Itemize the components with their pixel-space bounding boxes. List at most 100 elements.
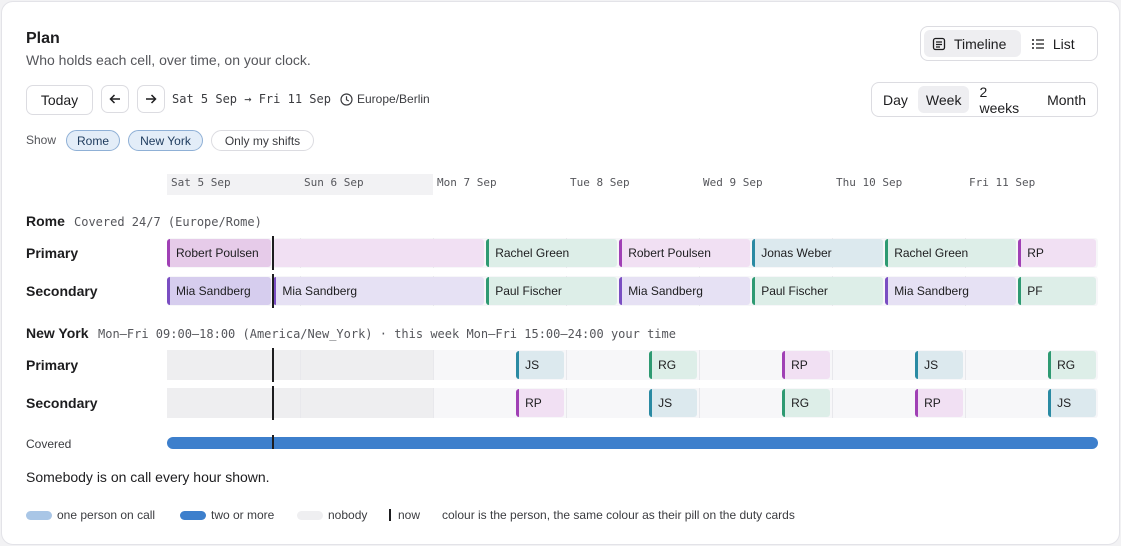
shift-person: RG — [791, 396, 810, 410]
shift-pill[interactable]: JS — [516, 351, 564, 379]
shift-pill[interactable]: RG — [1048, 351, 1096, 379]
shift-pill[interactable]: Mia Sandberg — [619, 277, 751, 305]
day-divider — [965, 350, 966, 380]
group-subtitle-new-york: Mon–Fri 09:00–18:00 (America/New_York) ·… — [98, 327, 676, 341]
shift-pill[interactable]: Rachel Green — [885, 239, 1017, 267]
now-marker — [272, 236, 274, 270]
shift-pill[interactable]: RP — [915, 389, 963, 417]
row-label-new-york-primary: Primary — [26, 357, 79, 373]
legend-one-person: one person on call — [26, 508, 155, 522]
shift-person: Jonas Weber — [761, 246, 832, 260]
shift-pill[interactable]: RG — [649, 351, 697, 379]
page-subtitle: Who holds each cell, over time, on your … — [26, 52, 311, 68]
shift-pill[interactable]: Jonas Weber — [752, 239, 884, 267]
day-divider — [699, 350, 700, 380]
shift-person: Paul Fischer — [761, 284, 828, 298]
shift-pill[interactable]: Robert Poulsen — [167, 239, 272, 267]
shift-person: RP — [1027, 246, 1044, 260]
view-list-label: List — [1052, 35, 1075, 52]
shift-pill[interactable]: JS — [1048, 389, 1096, 417]
filter-chip-rome[interactable]: Rome — [66, 130, 120, 151]
day-divider — [832, 350, 833, 380]
shift-person: Paul Fischer — [495, 284, 562, 298]
shift-person: Robert Poulsen — [628, 246, 711, 260]
row-label-rome-secondary: Secondary — [26, 283, 98, 299]
legend-swatch-two-or-more — [180, 510, 206, 520]
shift-pill[interactable]: JS — [649, 389, 697, 417]
shift-pill[interactable]: Mia Sandberg — [273, 277, 485, 305]
shift-person: JS — [525, 358, 540, 372]
day-label: Sat 5 Sep — [171, 176, 231, 189]
day-label: Tue 8 Sep — [570, 176, 630, 189]
day-divider — [699, 388, 700, 418]
shift-person: RG — [1057, 358, 1076, 372]
group-title-rome: Rome — [26, 213, 65, 229]
arrow-right-icon — [146, 94, 157, 104]
shift-pill[interactable]: Paul Fischer — [486, 277, 618, 305]
today-button[interactable]: Today — [26, 85, 93, 115]
shift-person: Rachel Green — [495, 246, 570, 260]
legend-swatch-now — [389, 509, 391, 521]
legend-swatch-one-person — [26, 510, 52, 520]
day-divider — [433, 350, 434, 380]
shift-pill[interactable]: Mia Sandberg — [885, 277, 1017, 305]
day-divider — [566, 388, 567, 418]
next-week-button[interactable] — [137, 85, 165, 113]
shift-person: JS — [658, 396, 673, 410]
legend-label-now: now — [398, 508, 421, 522]
day-divider — [832, 388, 833, 418]
shift-person: RP — [791, 358, 808, 372]
shift-pill[interactable]: Mia Sandberg — [167, 277, 272, 305]
day-divider — [566, 350, 567, 380]
shift-person: Mia Sandberg — [176, 284, 251, 298]
legend-now: now — [389, 508, 420, 522]
timeline-icon — [932, 37, 946, 50]
plan-card: Plan Who holds each cell, over time, on … — [1, 1, 1120, 545]
shift-pill[interactable] — [273, 239, 485, 267]
shift-person: Robert Poulsen — [176, 246, 259, 260]
view-list-button[interactable]: List — [1023, 30, 1094, 57]
shift-person: RP — [525, 396, 542, 410]
legend-swatch-nobody — [297, 510, 323, 520]
legend-note: colour is the person, the same colour as… — [442, 508, 795, 522]
view-timeline-button[interactable]: Timeline — [924, 30, 1021, 57]
row-label-rome-primary: Primary — [26, 245, 79, 261]
timezone-indicator: Europe/Berlin — [340, 92, 430, 106]
list-icon — [1031, 38, 1044, 49]
day-label: Sun 6 Sep — [304, 176, 364, 189]
day-divider — [433, 388, 434, 418]
legend-label-nobody: nobody — [328, 508, 368, 522]
zoom-toggle: Day Week 2 weeks Month — [871, 82, 1098, 117]
zoom-week-button[interactable]: Week — [917, 86, 970, 113]
filter-chip-new-york[interactable]: New York — [128, 130, 203, 151]
day-label: Fri 11 Sep — [969, 176, 1036, 189]
day-label: Thu 10 Sep — [836, 176, 903, 189]
view-toggle: Timeline List — [920, 26, 1098, 61]
now-marker — [272, 274, 274, 308]
coverage-statement: Somebody is on call every hour shown. — [26, 469, 270, 485]
zoom-day-button[interactable]: Day — [875, 86, 916, 113]
legend-two-or-more: two or more — [180, 508, 274, 522]
shift-pill[interactable]: RP — [516, 389, 564, 417]
shift-person: Rachel Green — [894, 246, 969, 260]
shift-pill[interactable]: JS — [915, 351, 963, 379]
now-marker — [272, 348, 274, 382]
shift-person: RG — [658, 358, 677, 372]
coverage-bar — [167, 437, 1098, 449]
legend-nobody: nobody — [297, 508, 367, 522]
shift-pill[interactable]: RP — [1018, 239, 1096, 267]
shift-pill[interactable]: RG — [782, 389, 830, 417]
shift-pill[interactable]: PF — [1018, 277, 1096, 305]
shift-pill[interactable]: Paul Fischer — [752, 277, 884, 305]
legend-label-one-person: one person on call — [57, 508, 156, 522]
filter-chip-only-my-shifts[interactable]: Only my shifts — [211, 130, 314, 151]
shift-pill[interactable]: Rachel Green — [486, 239, 618, 267]
zoom-month-button[interactable]: Month — [1039, 86, 1094, 113]
shift-person: JS — [924, 358, 939, 372]
previous-week-button[interactable] — [101, 85, 129, 113]
shift-pill[interactable]: RP — [782, 351, 830, 379]
shift-pill[interactable]: Robert Poulsen — [619, 239, 751, 267]
zoom-2-weeks-button[interactable]: 2 weeks — [971, 84, 1037, 116]
now-marker-coverage — [272, 435, 274, 449]
arrow-left-icon — [109, 94, 120, 104]
